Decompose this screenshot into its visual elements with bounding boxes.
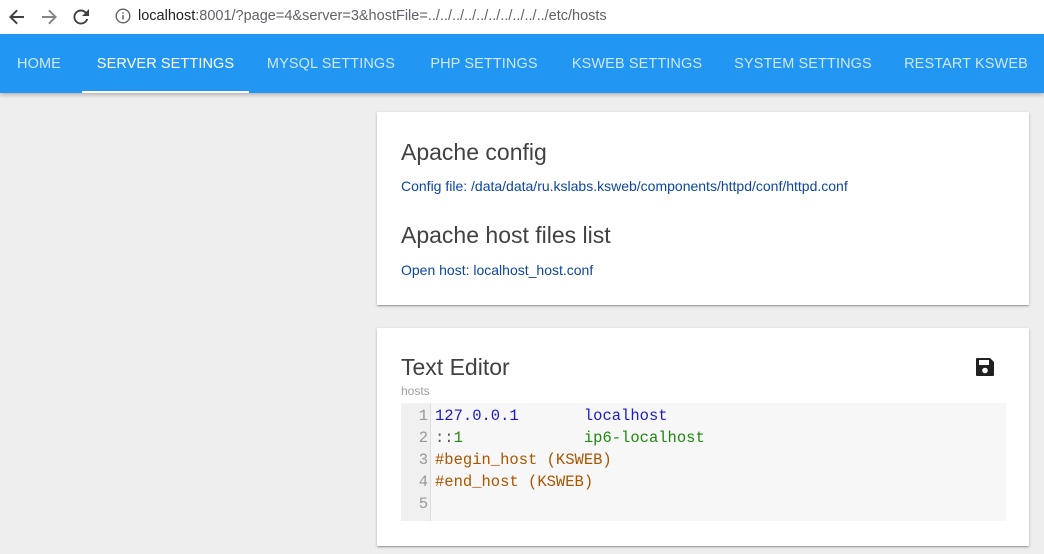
code-editor[interactable]: 1 127.0.0.1 localhost 2 ::1 ip6-localhos… bbox=[401, 403, 1006, 521]
config-file-link[interactable]: Config file: /data/data/ru.kslabs.ksweb/… bbox=[401, 178, 848, 194]
tab-mysql-settings[interactable]: MYSQL SETTINGS bbox=[252, 34, 410, 93]
address-bar[interactable]: localhost:8001/?page=4&server=3&hostFile… bbox=[104, 2, 1040, 30]
hostname-token: ip6-localhost bbox=[583, 429, 705, 447]
ip-token: 127.0.0.1 bbox=[435, 407, 519, 425]
code-line[interactable]: 5 bbox=[401, 493, 1006, 515]
line-text: 127.0.0.1 localhost bbox=[435, 405, 668, 427]
tab-php-settings[interactable]: PHP SETTINGS bbox=[414, 34, 554, 93]
apache-host-files-title: Apache host files list bbox=[401, 222, 611, 248]
line-number: 4 bbox=[418, 473, 428, 491]
top-navigation: HOME SERVER SETTINGS MYSQL SETTINGS PHP … bbox=[0, 34, 1044, 93]
ip-prefix-token: :: bbox=[435, 429, 454, 447]
line-text: ::1 ip6-localhost bbox=[435, 427, 705, 449]
apache-config-title: Apache config bbox=[401, 139, 547, 165]
code-line[interactable]: 3 #begin_host (KSWEB) bbox=[401, 449, 1006, 471]
back-arrow-icon[interactable] bbox=[2, 2, 32, 32]
save-icon[interactable] bbox=[973, 355, 997, 379]
file-name-label: hosts bbox=[401, 384, 430, 398]
code-line[interactable]: 4 #end_host (KSWEB) bbox=[401, 471, 1006, 493]
reload-icon[interactable] bbox=[66, 2, 96, 32]
tab-restart-ksweb[interactable]: RESTART KSWEB bbox=[893, 34, 1039, 93]
line-number: 1 bbox=[418, 407, 428, 425]
url-path: :8001/?page=4&server=3&hostFile=../../..… bbox=[195, 8, 607, 24]
apache-config-card: Apache config Config file: /data/data/ru… bbox=[377, 112, 1029, 305]
ip-token: 1 bbox=[453, 429, 463, 447]
code-line[interactable]: 1 127.0.0.1 localhost bbox=[401, 405, 1006, 427]
text-editor-card: Text Editor hosts 1 127.0.0.1 localhost … bbox=[377, 328, 1029, 546]
tab-home[interactable]: HOME bbox=[0, 34, 78, 93]
open-host-link[interactable]: Open host: localhost_host.conf bbox=[401, 262, 593, 278]
tab-server-settings[interactable]: SERVER SETTINGS bbox=[82, 34, 249, 93]
line-number: 3 bbox=[418, 451, 428, 469]
hostname-token: localhost bbox=[583, 407, 668, 425]
comment-text: #begin_host (KSWEB) bbox=[435, 451, 612, 469]
tab-ksweb-settings[interactable]: KSWEB SETTINGS bbox=[559, 34, 715, 93]
comment-text: #end_host (KSWEB) bbox=[435, 473, 594, 491]
text-editor-title: Text Editor bbox=[401, 354, 510, 380]
tab-system-settings[interactable]: SYSTEM SETTINGS bbox=[720, 34, 886, 93]
forward-arrow-icon[interactable] bbox=[34, 2, 64, 32]
line-number: 5 bbox=[418, 495, 428, 513]
code-line[interactable]: 2 ::1 ip6-localhost bbox=[401, 427, 1006, 449]
line-number: 2 bbox=[418, 429, 428, 447]
browser-toolbar: localhost:8001/?page=4&server=3&hostFile… bbox=[0, 0, 1044, 34]
url-host: localhost bbox=[138, 8, 196, 24]
url-text: localhost:8001/?page=4&server=3&hostFile… bbox=[138, 8, 607, 24]
info-icon[interactable] bbox=[110, 8, 136, 24]
